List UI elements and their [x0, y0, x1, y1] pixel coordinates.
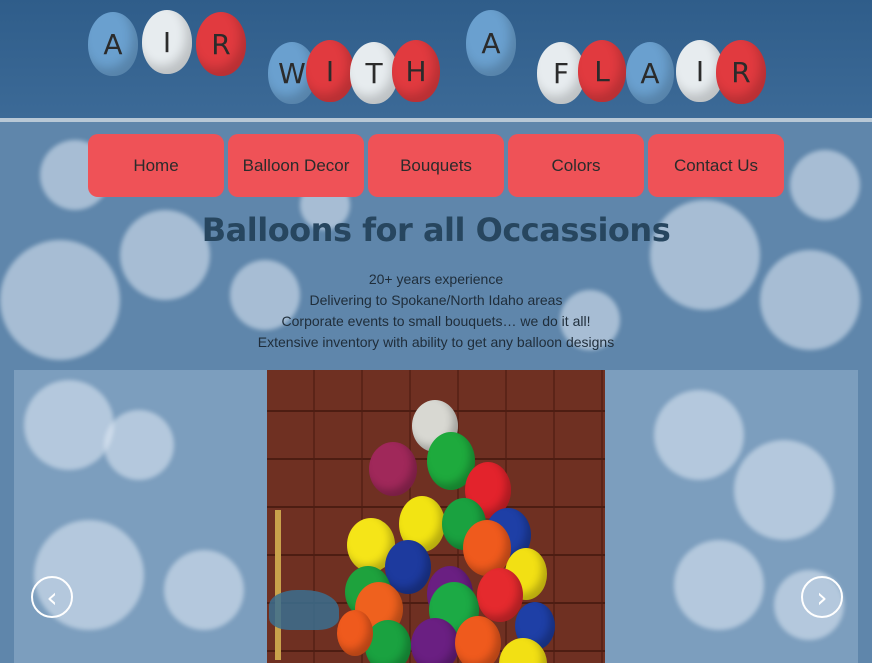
feature-line: Extensive inventory with ability to get …: [257, 334, 615, 350]
slide-photo-balloon-bouquet: [267, 370, 605, 663]
nav-home-button[interactable]: Home: [88, 134, 224, 197]
page-headline: Balloons for all Occassions: [201, 211, 671, 249]
feature-list: 20+ years experience Delivering to Spoka…: [0, 269, 872, 353]
chevron-left-icon: ‹: [46, 580, 58, 614]
nav-bouquets-button[interactable]: Bouquets: [368, 134, 504, 197]
feature-line: Delivering to Spokane/North Idaho areas: [309, 292, 563, 308]
slider-prev-button[interactable]: ‹: [31, 576, 73, 618]
chevron-right-icon: ›: [816, 580, 828, 614]
feature-line: 20+ years experience: [368, 271, 504, 287]
site-header: A I R W I T H A F L A I R: [0, 0, 872, 122]
nav-balloon-decor-button[interactable]: Balloon Decor: [228, 134, 364, 197]
nav-colors-button[interactable]: Colors: [508, 134, 644, 197]
slider-next-button[interactable]: ›: [801, 576, 843, 618]
image-slider: ‹ ›: [14, 370, 858, 663]
feature-line: Corporate events to small bouquets… we d…: [281, 313, 591, 329]
main-nav: Home Balloon Decor Bouquets Colors Conta…: [88, 134, 784, 197]
nav-contact-us-button[interactable]: Contact Us: [648, 134, 784, 197]
